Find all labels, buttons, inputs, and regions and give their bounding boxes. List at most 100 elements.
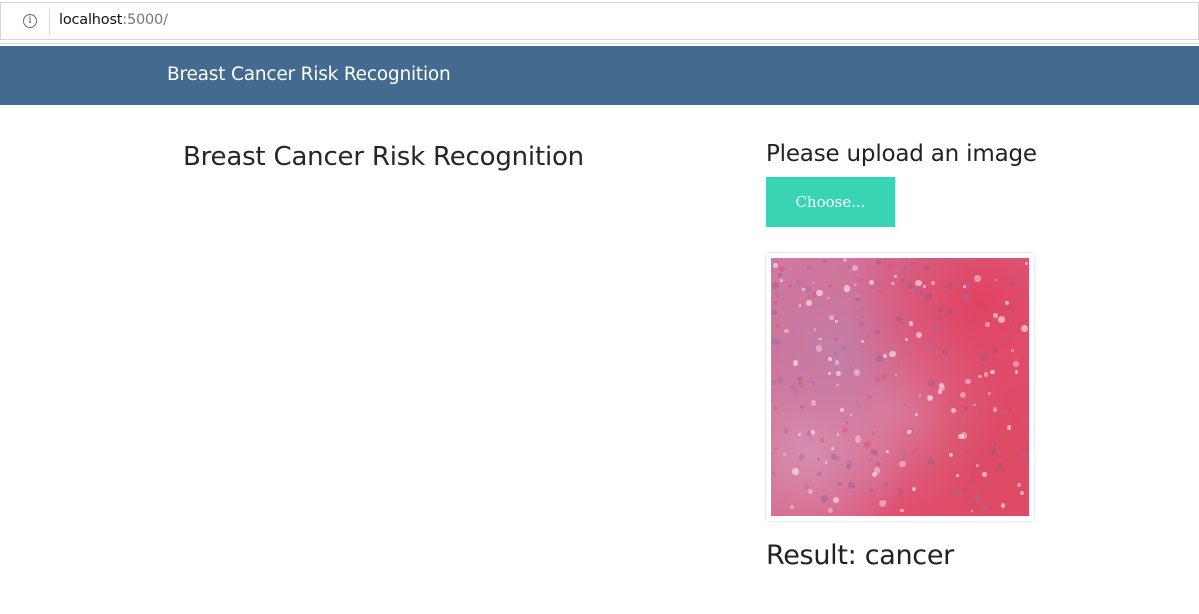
texture-speck (827, 372, 831, 376)
texture-speck (925, 342, 933, 350)
texture-speck (854, 283, 857, 287)
texture-speck (895, 316, 902, 323)
url-host: localhost (59, 12, 123, 28)
texture-speck (959, 391, 966, 399)
texture-speck (1021, 371, 1025, 375)
texture-speck (857, 294, 860, 297)
texture-speck (900, 277, 905, 282)
url-field[interactable]: i localhost:5000/ (0, 2, 1199, 40)
url-text[interactable]: localhost:5000/ (59, 12, 168, 28)
texture-speck (878, 288, 883, 294)
texture-speck (992, 407, 997, 412)
texture-speck (858, 320, 865, 328)
url-path: :5000/ (122, 12, 168, 28)
navbar-brand[interactable]: Breast Cancer Risk Recognition (167, 64, 451, 85)
texture-speck (949, 399, 954, 404)
texture-speck (782, 452, 787, 457)
texture-speck (797, 432, 802, 437)
texture-speck (864, 441, 872, 449)
texture-speck (793, 389, 798, 394)
texture-speck (829, 315, 834, 320)
texture-speck (784, 329, 789, 334)
texture-speck (774, 447, 777, 451)
texture-speck (774, 291, 781, 297)
texture-speck (982, 472, 987, 477)
texture-speck (1015, 317, 1019, 321)
texture-speck (875, 330, 881, 336)
texture-speck (807, 264, 813, 270)
texture-speck (771, 309, 778, 316)
texture-speck (868, 280, 874, 286)
texture-speck (859, 307, 864, 311)
texture-speck (882, 354, 888, 359)
info-icon[interactable]: i (23, 14, 37, 28)
texture-speck (996, 462, 1004, 470)
texture-speck (880, 374, 886, 381)
texture-speck (780, 278, 784, 282)
texture-speck (933, 326, 939, 332)
texture-speck (958, 491, 965, 498)
choose-file-button[interactable]: Choose... (766, 177, 895, 227)
texture-speck (975, 463, 979, 467)
texture-speck (958, 433, 964, 440)
texture-speck (834, 337, 839, 342)
texture-speck (773, 406, 778, 411)
texture-speck (990, 370, 995, 375)
texture-speck (971, 509, 974, 512)
texture-speck (788, 283, 793, 289)
texture-speck (821, 495, 828, 502)
texture-speck (783, 496, 787, 500)
texture-speck (861, 316, 864, 319)
texture-speck (843, 285, 851, 293)
texture-speck (860, 339, 864, 343)
texture-speck (962, 284, 966, 288)
texture-speck (928, 396, 932, 400)
texture-speck (1013, 360, 1020, 367)
texture-speck (811, 400, 817, 406)
texture-speck (1013, 259, 1018, 264)
texture-speck (965, 476, 970, 480)
texture-speck (827, 296, 830, 300)
texture-speck (928, 458, 935, 466)
texture-speck (972, 485, 976, 489)
texture-speck (837, 481, 843, 487)
texture-speck (992, 348, 999, 354)
texture-speck (1010, 348, 1015, 352)
texture-speck (846, 463, 851, 469)
texture-speck (803, 285, 811, 293)
texture-speck (907, 283, 913, 289)
texture-speck (888, 263, 896, 270)
texture-speck (876, 461, 881, 467)
texture-speck (965, 378, 971, 385)
texture-speck (771, 379, 778, 386)
texture-speck (937, 307, 943, 313)
texture-speck (894, 374, 897, 377)
texture-speck (895, 500, 902, 506)
texture-speck (831, 454, 837, 460)
texture-speck (955, 327, 960, 332)
texture-speck (1006, 425, 1012, 430)
texture-speck (835, 371, 841, 377)
texture-speck (941, 502, 946, 507)
texture-speck (939, 384, 946, 391)
texture-speck (819, 337, 822, 341)
texture-speck (1016, 483, 1021, 488)
texture-speck (816, 289, 823, 297)
texture-speck (796, 280, 802, 286)
texture-speck (790, 505, 795, 510)
texture-speck (854, 436, 862, 443)
texture-speck (979, 403, 984, 408)
texture-speck (772, 262, 779, 268)
texture-speck (852, 265, 858, 271)
texture-speck (897, 488, 903, 494)
texture-speck (846, 421, 850, 424)
texture-speck (966, 449, 970, 453)
texture-speck (985, 322, 990, 327)
texture-speck (973, 403, 977, 407)
texture-speck (800, 405, 805, 410)
texture-speck (993, 442, 998, 447)
texture-speck (1000, 503, 1006, 508)
texture-speck (897, 364, 900, 368)
texture-speck (1007, 266, 1014, 273)
texture-speck (859, 278, 864, 282)
